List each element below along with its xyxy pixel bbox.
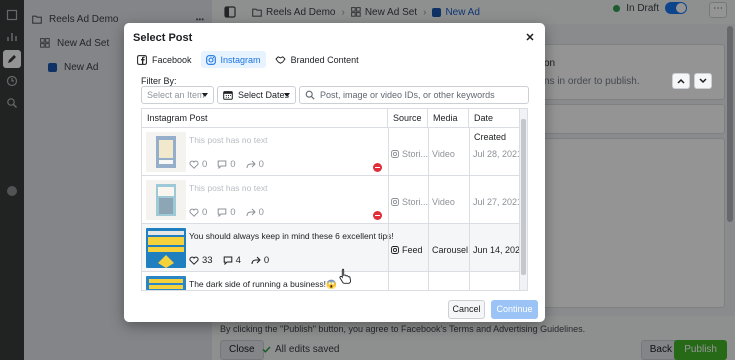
column-header-post[interactable]: Instagram Post — [142, 109, 388, 128]
handshake-icon — [274, 55, 286, 64]
select-item-placeholder: Select an Item — [147, 90, 205, 100]
facebook-icon — [137, 54, 147, 65]
chevron-down-icon — [699, 78, 707, 84]
shares-count: 0 — [251, 255, 269, 266]
tab-branded-content-label: Branded Content — [290, 54, 359, 65]
tab-facebook-label: Facebook — [152, 54, 192, 65]
instagram-posts-table: Instagram Post Source Media Date Created… — [141, 108, 528, 291]
share-icon — [251, 256, 261, 265]
column-header-media[interactable]: Media — [428, 109, 469, 128]
comments-count: 0 — [217, 207, 236, 218]
likes-count: 0 — [189, 207, 207, 218]
shares-count: 0 — [246, 207, 264, 218]
likes-count: 0 — [189, 159, 207, 170]
post-text: The dark side of running a business!😱 — [189, 279, 337, 289]
search-icon — [305, 90, 315, 100]
notice-body: ns in order to publish. — [544, 76, 640, 87]
post-thumbnail — [146, 180, 186, 220]
filter-by-label: Filter By: — [141, 76, 177, 86]
table-header: Instagram Post Source Media Date Created — [142, 109, 521, 142]
post-source: Stori... — [391, 149, 428, 159]
table-row[interactable]: You should always keep in mind these 6 e… — [142, 224, 525, 272]
hand-cursor-icon — [339, 268, 351, 284]
caret-down-icon — [284, 93, 290, 97]
heart-icon — [189, 256, 199, 265]
select-item-dropdown[interactable]: Select an Item — [141, 86, 214, 104]
instagram-icon — [391, 150, 399, 158]
comment-icon — [217, 208, 227, 217]
table-row[interactable]: This post has no text 0 0 0 Stori... Vid… — [142, 176, 523, 224]
calendar-icon — [223, 91, 233, 100]
post-thumbnail — [146, 228, 186, 268]
post-search-input[interactable] — [320, 90, 520, 100]
select-dates-label: Select Dates — [238, 90, 290, 100]
post-text: This post has no text — [189, 135, 268, 145]
post-engagement: 0 0 0 — [189, 207, 264, 218]
notice-title: on — [544, 58, 556, 69]
post-date: Jul 28, 2021 — [473, 149, 523, 159]
instagram-icon — [391, 198, 399, 206]
select-post-dialog: Select Post Facebook Instagram Branded C… — [124, 23, 545, 322]
table-row[interactable]: The dark side of running a business!😱 — [142, 272, 521, 290]
post-date: Jun 14, 2021 — [473, 245, 526, 255]
shares-count: 0 — [246, 159, 264, 170]
table-scrollbar[interactable] — [519, 109, 527, 290]
tab-branded-content[interactable]: Branded Content — [270, 51, 364, 68]
post-engagement: 0 0 0 — [189, 159, 264, 170]
share-icon — [246, 208, 256, 217]
share-icon — [246, 160, 256, 169]
chevron-up-icon — [677, 78, 685, 84]
next-error-button[interactable] — [694, 73, 712, 89]
post-source: Feed — [391, 245, 423, 255]
close-icon[interactable] — [524, 31, 536, 43]
post-text: This post has no text — [189, 183, 268, 193]
post-source-tabs: Facebook Instagram Branded Content — [132, 51, 364, 68]
likes-count: 33 — [189, 255, 213, 266]
post-thumbnail — [146, 132, 186, 172]
tab-instagram[interactable]: Instagram — [200, 51, 266, 68]
post-source: Stori... — [391, 197, 428, 207]
warning-icon[interactable] — [373, 163, 382, 172]
post-media-type: Video — [432, 197, 455, 207]
instagram-icon — [391, 246, 399, 254]
warning-icon[interactable] — [373, 211, 382, 220]
comments-count: 4 — [223, 255, 241, 266]
post-thumbnail — [146, 276, 186, 290]
continue-button[interactable]: Continue — [491, 300, 538, 319]
comment-icon — [217, 160, 227, 169]
tab-facebook[interactable]: Facebook — [132, 51, 197, 68]
cancel-button[interactable]: Cancel — [448, 300, 485, 319]
select-dates-dropdown[interactable]: Select Dates — [217, 86, 296, 104]
post-text: You should always keep in mind these 6 e… — [189, 231, 394, 241]
dialog-title: Select Post — [133, 32, 193, 44]
column-header-date-created[interactable]: Date Created — [469, 109, 521, 142]
post-search — [299, 86, 529, 104]
post-media-type: Carousel — [432, 245, 469, 255]
caret-down-icon — [202, 93, 208, 97]
comments-count: 0 — [217, 159, 236, 170]
post-media-type: Video — [432, 149, 455, 159]
heart-icon — [189, 208, 199, 217]
table-row[interactable]: This post has no text 0 0 0 Stori... Vid… — [142, 128, 523, 176]
previous-error-button[interactable] — [672, 73, 690, 89]
instagram-icon — [205, 54, 216, 65]
column-header-source[interactable]: Source — [388, 109, 428, 128]
table-scrollbar-thumb[interactable] — [521, 119, 526, 275]
post-date: Jul 27, 2021 — [473, 197, 523, 207]
post-engagement: 33 4 0 — [189, 255, 269, 266]
comment-icon — [223, 256, 232, 265]
heart-icon — [189, 160, 199, 169]
tab-instagram-label: Instagram — [220, 54, 261, 65]
